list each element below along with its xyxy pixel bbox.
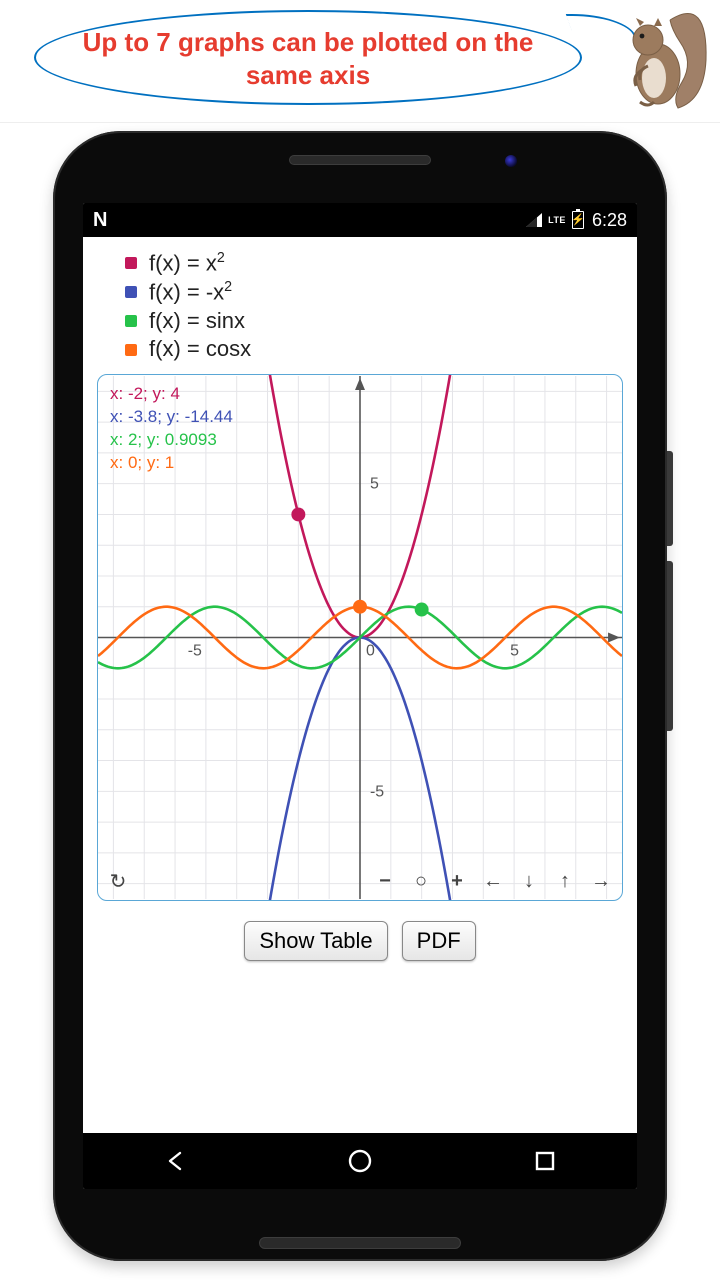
app-content: f(x) = x2 f(x) = -x2 f(x) = sinx f(x) = … (83, 237, 637, 1133)
phone-frame: N LTE ⚡ 6:28 f(x) = x2 (53, 131, 667, 1261)
svg-text:5: 5 (370, 476, 379, 493)
signal-icon (526, 213, 542, 227)
speech-text: Up to 7 graphs can be plotted on the sam… (83, 27, 534, 90)
phone-mockup: N LTE ⚡ 6:28 f(x) = x2 (0, 123, 720, 1280)
promo-banner: Up to 7 graphs can be plotted on the sam… (0, 0, 720, 123)
zoom-fit-icon[interactable]: ○ (410, 870, 432, 893)
pan-down-icon[interactable]: ↓ (518, 870, 540, 893)
button-row: Show Table PDF (83, 921, 637, 961)
pan-up-icon[interactable]: ↑ (554, 870, 576, 893)
volume-button (667, 451, 673, 546)
legend-label: f(x) = x2 (149, 249, 225, 278)
cursor-line: x: 2; y: 0.9093 (110, 429, 233, 452)
show-table-button[interactable]: Show Table (244, 921, 387, 961)
cursor-line: x: -2; y: 4 (110, 383, 233, 406)
function-legend: f(x) = x2 f(x) = -x2 f(x) = sinx f(x) = … (83, 237, 637, 374)
legend-item: f(x) = -x2 (123, 278, 637, 307)
android-n-icon: N (93, 209, 107, 232)
back-icon[interactable] (147, 1133, 203, 1189)
speaker-bottom (259, 1237, 461, 1249)
legend-label: f(x) = cosx (149, 335, 251, 364)
android-nav-bar (83, 1133, 637, 1189)
svg-text:5: 5 (510, 642, 519, 659)
plot-panel[interactable]: -505-55 x: -2; y: 4 x: -3.8; y: -14.44 x… (97, 374, 623, 901)
legend-item: f(x) = cosx (123, 335, 637, 364)
reset-icon[interactable]: ↻ (107, 869, 129, 894)
legend-label: f(x) = -x2 (149, 278, 232, 307)
status-bar: N LTE ⚡ 6:28 (83, 203, 637, 237)
legend-swatch (125, 315, 137, 327)
cursor-line: x: -3.8; y: -14.44 (110, 406, 233, 429)
clock-readout: 6:28 (592, 210, 627, 231)
legend-label: f(x) = sinx (149, 307, 245, 336)
legend-item: f(x) = x2 (123, 249, 637, 278)
squirrel-illustration (612, 0, 712, 115)
phone-screen: N LTE ⚡ 6:28 f(x) = x2 (83, 203, 637, 1189)
home-icon[interactable] (332, 1133, 388, 1189)
svg-text:-5: -5 (370, 783, 384, 800)
zoom-out-icon[interactable]: − (374, 870, 396, 893)
recents-icon[interactable] (517, 1133, 573, 1189)
speech-bubble: Up to 7 graphs can be plotted on the sam… (34, 10, 582, 105)
cursor-line: x: 0; y: 1 (110, 452, 233, 475)
svg-text:-5: -5 (188, 642, 202, 659)
camera-dot (505, 155, 517, 167)
legend-swatch (125, 344, 137, 356)
legend-item: f(x) = sinx (123, 307, 637, 336)
legend-swatch (125, 257, 137, 269)
legend-swatch (125, 286, 137, 298)
zoom-in-icon[interactable]: + (446, 870, 468, 893)
speaker-top (289, 155, 431, 165)
network-label: LTE (548, 215, 566, 225)
cursor-readout: x: -2; y: 4 x: -3.8; y: -14.44 x: 2; y: … (110, 383, 233, 475)
pan-right-icon[interactable]: → (590, 870, 612, 893)
pdf-button[interactable]: PDF (402, 921, 476, 961)
pan-left-icon[interactable]: ← (482, 870, 504, 893)
power-button (667, 561, 673, 731)
plot-toolbar: ↻ − ○ + ← ↓ ↑ → (98, 864, 622, 898)
battery-charging-icon: ⚡ (572, 211, 584, 229)
